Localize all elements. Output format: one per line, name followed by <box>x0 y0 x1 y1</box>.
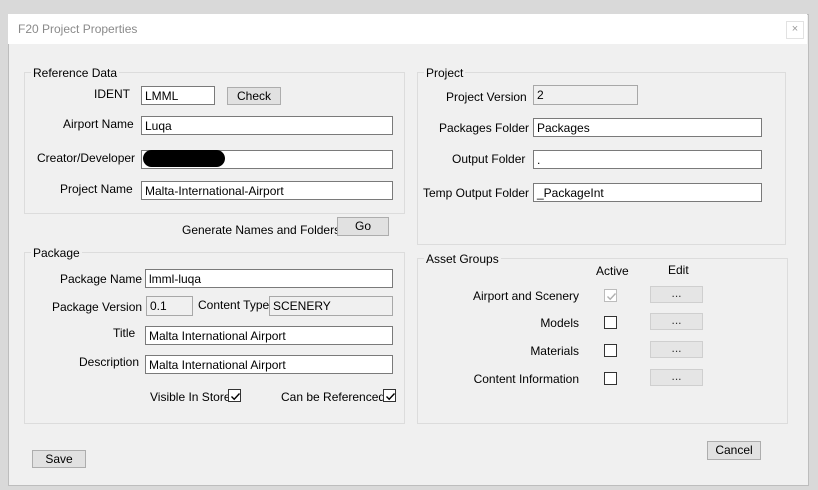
package-version-label: Package Version <box>52 300 143 314</box>
reference-data-legend: Reference Data <box>31 66 120 80</box>
redaction-mark <box>143 150 225 167</box>
package-name-input[interactable]: lmml-luqa <box>145 269 393 288</box>
title-bar[interactable]: F20 Project Properties × <box>8 14 807 44</box>
asset-row-active-checkbox[interactable] <box>604 372 617 385</box>
asset-row-edit-button[interactable]: ... <box>650 313 703 330</box>
generate-label: Generate Names and Folders <box>182 223 341 237</box>
asset-row-label: Materials <box>530 344 579 358</box>
project-version-label: Project Version <box>446 90 527 104</box>
creator-label: Creator/Developer <box>37 151 136 165</box>
temp-output-folder-label: Temp Output Folder <box>423 186 530 200</box>
visible-in-store-label: Visible In Store <box>150 390 231 404</box>
asset-row-edit-button[interactable]: ... <box>650 369 703 386</box>
package-legend: Package <box>31 246 82 260</box>
asset-row-label: Airport and Scenery <box>472 289 579 303</box>
ident-input[interactable]: LMML <box>141 86 215 105</box>
check-button[interactable]: Check <box>227 87 281 105</box>
edit-column-header: Edit <box>668 263 689 277</box>
asset-row-label: Models <box>540 316 579 330</box>
description-input[interactable]: Malta International Airport <box>145 355 393 374</box>
temp-output-folder-input[interactable]: _PackageInt <box>533 183 762 202</box>
asset-row-active-checkbox[interactable] <box>604 344 617 357</box>
asset-row-edit-button[interactable]: ... <box>650 341 703 358</box>
save-button[interactable]: Save <box>32 450 86 468</box>
asset-groups-legend: Asset Groups <box>424 252 501 266</box>
project-name-input[interactable]: Malta-International-Airport <box>141 181 393 200</box>
title-input[interactable]: Malta International Airport <box>145 326 393 345</box>
package-name-label: Package Name <box>60 272 143 286</box>
active-column-header: Active <box>596 264 629 278</box>
asset-groups-group <box>417 258 788 424</box>
packages-folder-label: Packages Folder <box>439 121 530 135</box>
airport-name-label: Airport Name <box>63 117 134 131</box>
close-button[interactable]: × <box>786 21 804 39</box>
content-type-input[interactable]: SCENERY <box>269 296 393 316</box>
cancel-button[interactable]: Cancel <box>707 441 761 460</box>
visible-in-store-checkbox[interactable] <box>228 389 241 402</box>
output-folder-label: Output Folder <box>452 152 526 166</box>
output-folder-input[interactable]: . <box>533 150 762 169</box>
asset-row-active-checkbox[interactable] <box>604 289 617 302</box>
package-version-input[interactable]: 0.1 <box>146 296 193 316</box>
can-be-referenced-label: Can be Referenced <box>281 390 386 404</box>
asset-row-label: Content Information <box>473 372 579 386</box>
title-label: Title <box>113 326 136 340</box>
content-type-label: Content Type <box>198 298 270 312</box>
description-label: Description <box>79 355 140 369</box>
ident-label: IDENT <box>94 87 130 101</box>
project-version-input[interactable]: 2 <box>533 85 638 105</box>
can-be-referenced-checkbox[interactable] <box>383 389 396 402</box>
asset-row-edit-button[interactable]: ... <box>650 286 703 303</box>
go-button[interactable]: Go <box>337 217 389 236</box>
asset-row-active-checkbox[interactable] <box>604 316 617 329</box>
packages-folder-input[interactable]: Packages <box>533 118 762 137</box>
airport-name-input[interactable]: Luqa <box>141 116 393 135</box>
window-title: F20 Project Properties <box>18 22 138 36</box>
project-name-label: Project Name <box>60 182 133 196</box>
project-legend: Project <box>424 66 466 80</box>
